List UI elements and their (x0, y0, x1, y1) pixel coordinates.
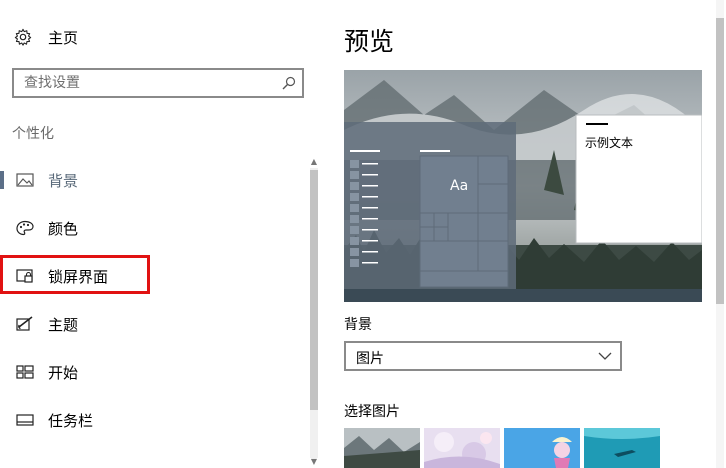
section-heading: 个性化 (12, 126, 54, 142)
chevron-down-icon (598, 352, 612, 360)
sidebar-item-label: 任务栏 (48, 411, 94, 430)
preview-sample-text: 示例文本 (585, 136, 634, 150)
scrollbar-thumb[interactable] (310, 170, 318, 410)
palette-icon (16, 220, 34, 236)
sidebar-item-label: 颜色 (48, 219, 79, 238)
scrollbar-thumb[interactable] (716, 18, 724, 304)
scroll-down-arrow-icon[interactable]: ▼ (310, 458, 318, 466)
choose-picture-label: 选择图片 (344, 404, 400, 420)
scroll-up-arrow-icon[interactable]: ▲ (310, 158, 318, 166)
dropdown-selected-value: 图片 (356, 351, 384, 367)
picture-thumbnail[interactable] (344, 428, 420, 468)
search-input[interactable] (14, 70, 284, 96)
anime-blue-sky-thumbnail (504, 428, 580, 468)
nav-home-label: 主页 (48, 28, 79, 47)
picture-thumbnail[interactable] (584, 428, 660, 468)
search-icon[interactable] (282, 76, 296, 90)
preview-image: Aa 示例文本 (344, 70, 702, 302)
sidebar-item-background[interactable]: 背景 (0, 160, 310, 200)
nav-home[interactable]: 主页 (14, 26, 78, 48)
picture-icon (16, 173, 34, 187)
sidebar-scrollbar[interactable]: ▲ ▼ (308, 156, 320, 468)
background-type-dropdown[interactable]: 图片 (344, 341, 622, 371)
sidebar-item-start[interactable]: 开始 (0, 352, 310, 392)
picture-thumbnail[interactable] (504, 428, 580, 468)
sidebar-item-taskbar[interactable]: 任务栏 (0, 400, 310, 440)
preview-tile-text: Aa (450, 178, 469, 194)
preview-title: 预览 (344, 27, 395, 56)
sidebar-item-label: 背景 (48, 171, 79, 190)
mountain-fog-thumbnail (344, 428, 420, 468)
search-box[interactable] (12, 68, 304, 98)
start-menu-icon (16, 365, 34, 379)
theme-brush-icon (16, 316, 33, 331)
content-scrollbar[interactable] (714, 0, 726, 468)
sidebar-item-label: 主题 (48, 315, 79, 334)
taskbar-icon (16, 414, 34, 426)
mountain-landscape-preview (344, 70, 702, 302)
anime-pastel-thumbnail (424, 428, 500, 468)
sidebar-item-colors[interactable]: 颜色 (0, 208, 310, 248)
sidebar-item-themes[interactable]: 主题 (0, 304, 310, 344)
picture-thumbnail[interactable] (424, 428, 500, 468)
red-highlight-box (0, 255, 150, 294)
gear-icon (14, 28, 32, 46)
background-setting-label: 背景 (344, 317, 372, 333)
sidebar-item-label: 开始 (48, 363, 79, 382)
underwater-swimmer-thumbnail (584, 428, 660, 468)
